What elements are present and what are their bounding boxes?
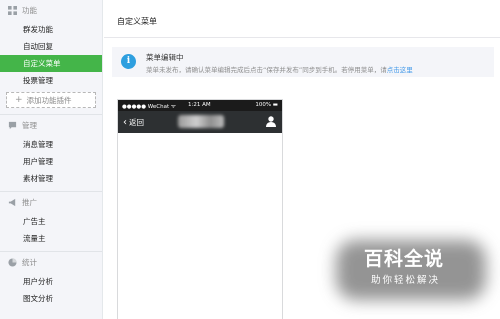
watermark-subtitle: 助你轻松解决	[371, 275, 441, 286]
phone-nav-bar: ‹ 返回	[118, 111, 282, 133]
carrier-signal: ●●●●● WeChat ᯤ	[122, 104, 176, 110]
sidebar-item-user-analysis[interactable]: 用户分析	[0, 273, 102, 290]
sidebar-item-traffic-host[interactable]: 流量主	[0, 230, 102, 247]
plus-icon: +	[15, 95, 23, 105]
disable-menu-link[interactable]: 点击这里	[387, 66, 413, 74]
grid-icon	[8, 6, 17, 15]
status-time: 1:21 AM	[188, 102, 211, 108]
watermark-title: 百科全说	[364, 248, 445, 270]
sidebar-group-manage: 管理	[0, 115, 102, 136]
sidebar-group-statistics: 统计	[0, 252, 102, 273]
sidebar-item-advertiser[interactable]: 广告主	[0, 213, 102, 230]
chevron-left-icon: ‹	[123, 116, 127, 128]
notice-title: 菜单编辑中	[146, 53, 184, 62]
pie-chart-icon	[8, 258, 17, 267]
sidebar-item-vote-management[interactable]: 投票管理	[0, 72, 102, 89]
battery-level: 100% ▬	[255, 102, 278, 108]
info-icon: i	[121, 54, 136, 69]
sidebar-item-auto-reply[interactable]: 自动回复	[0, 38, 102, 55]
sidebar-item-material-management[interactable]: 素材管理	[0, 170, 102, 187]
chat-icon	[8, 121, 17, 130]
sidebar-group-title: 统计	[22, 258, 37, 267]
sidebar-item-mass-send[interactable]: 群发功能	[0, 21, 102, 38]
status-notice: i 菜单编辑中 菜单未发布，请确认菜单编辑完成后点击“保存并发布”同步到手机。若…	[112, 47, 494, 77]
sidebar-group-title: 功能	[22, 6, 37, 15]
sidebar-item-user-management[interactable]: 用户管理	[0, 153, 102, 170]
blurred-account-name	[178, 115, 224, 128]
title-divider	[104, 37, 500, 38]
page-title: 自定义菜单	[117, 17, 157, 26]
back-button[interactable]: ‹ 返回	[123, 117, 144, 128]
phone-status-bar: ●●●●● WeChat ᯤ 1:21 AM 100% ▬	[118, 100, 282, 111]
megaphone-icon	[8, 198, 16, 207]
notice-text: 菜单未发布，请确认菜单编辑完成后点击“保存并发布”同步到手机。若停用菜单，请	[146, 66, 387, 74]
sidebar-group-promotion: 推广	[0, 192, 102, 213]
back-label: 返回	[129, 118, 144, 127]
user-icon[interactable]	[266, 116, 276, 127]
add-plugin-label: 添加功能插件	[26, 95, 72, 105]
phone-preview: ●●●●● WeChat ᯤ 1:21 AM 100% ▬ ‹ 返回	[117, 99, 283, 319]
sidebar-item-article-analysis[interactable]: 图文分析	[0, 290, 102, 307]
sidebar: 功能 群发功能 自动回复 自定义菜单 投票管理 + 添加功能插件 管理 消息管理…	[0, 0, 103, 319]
sidebar-item-message-management[interactable]: 消息管理	[0, 136, 102, 153]
sidebar-group-functions: 功能	[0, 0, 102, 21]
add-plugin-button[interactable]: + 添加功能插件	[6, 92, 96, 108]
sidebar-group-title: 推广	[22, 198, 37, 207]
notice-description: 菜单未发布，请确认菜单编辑完成后点击“保存并发布”同步到手机。若停用菜单，请点击…	[146, 64, 413, 74]
sidebar-item-custom-menu[interactable]: 自定义菜单	[0, 55, 102, 72]
sidebar-group-title: 管理	[22, 121, 37, 130]
